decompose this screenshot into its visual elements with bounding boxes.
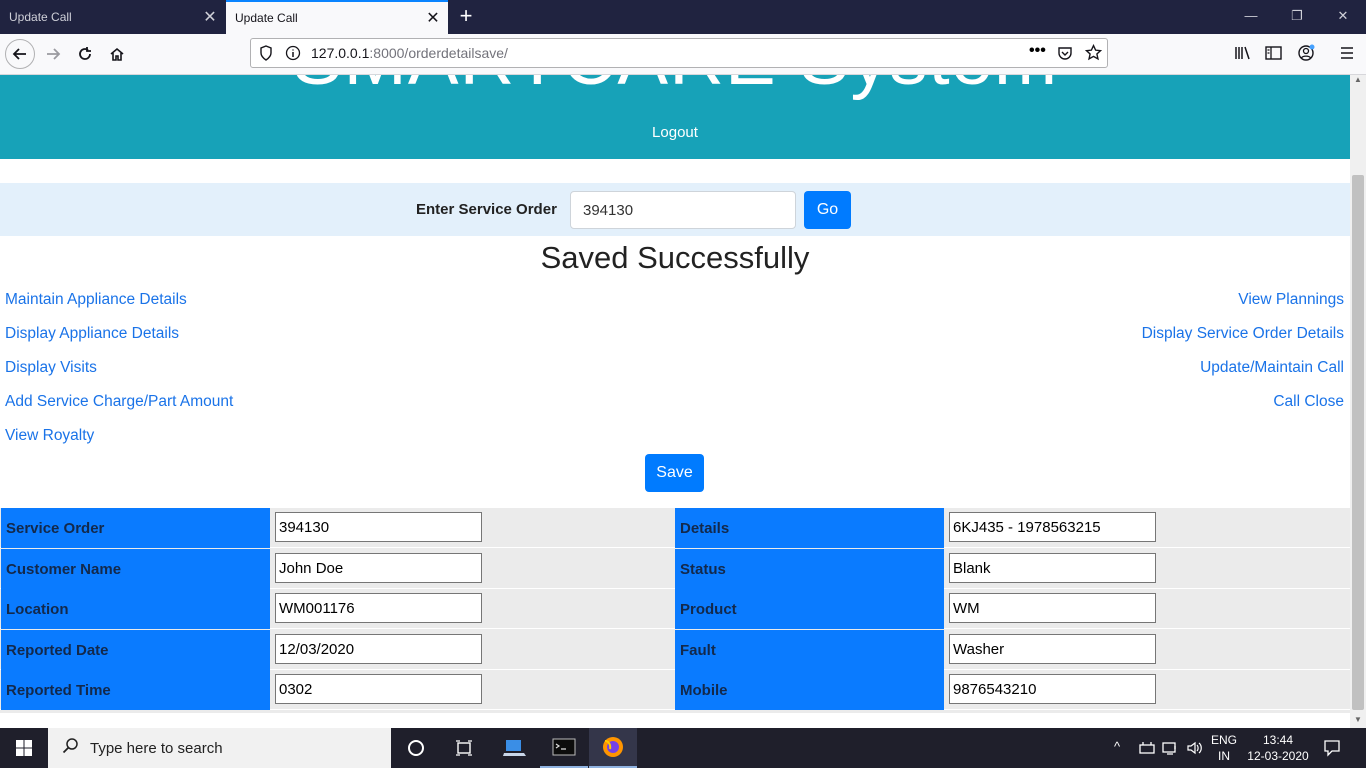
page-actions-icon[interactable]: •••	[1029, 42, 1046, 60]
field-label: Customer Name	[1, 549, 270, 589]
pocket-icon[interactable]	[1057, 45, 1073, 66]
details-field[interactable]	[949, 512, 1156, 542]
field-label: Reported Time	[1, 670, 270, 710]
language-indicator[interactable]: ENG IN	[1208, 732, 1240, 764]
taskbar-search-box[interactable]: Type here to search	[48, 728, 391, 768]
sidebar-icon[interactable]	[1265, 45, 1282, 66]
link-display-appliance-details[interactable]: Display Appliance Details	[5, 325, 179, 343]
battery-icon[interactable]	[1162, 740, 1180, 761]
location-field[interactable]	[275, 593, 482, 623]
terminal-app-icon[interactable]	[540, 728, 588, 768]
link-display-service-order-details[interactable]: Display Service Order Details	[1142, 325, 1344, 343]
close-tab-icon[interactable]: ✕	[195, 7, 225, 27]
tab-title: Update Call	[9, 10, 72, 24]
product-field[interactable]	[949, 593, 1156, 623]
tab-title: Update Call	[235, 11, 298, 25]
search-label: Enter Service Order	[416, 201, 557, 218]
link-add-service-charge[interactable]: Add Service Charge/Part Amount	[5, 393, 233, 411]
url-bar[interactable]: 127.0.0.1:8000/orderdetailsave/ •••	[250, 38, 1108, 68]
shield-icon[interactable]	[259, 45, 273, 66]
browser-toolbar: 127.0.0.1:8000/orderdetailsave/ •••	[0, 34, 1366, 75]
field-label: Location	[1, 589, 270, 629]
close-tab-icon[interactable]: ✕	[418, 8, 448, 28]
back-icon[interactable]	[5, 39, 35, 69]
fault-field[interactable]	[949, 634, 1156, 664]
scrollbar-thumb[interactable]	[1352, 175, 1364, 710]
web-page: SMARTCARE System Logout Enter Service Or…	[0, 75, 1350, 728]
link-maintain-appliance-details[interactable]: Maintain Appliance Details	[5, 291, 187, 309]
minimize-icon[interactable]: —	[1228, 0, 1274, 34]
link-view-royalty[interactable]: View Royalty	[5, 427, 94, 445]
order-details-table: Service Order Details Customer Name Stat…	[0, 508, 1350, 713]
firefox-app-icon[interactable]	[589, 728, 637, 768]
url-text: 127.0.0.1:8000/orderdetailsave/	[311, 45, 508, 61]
task-view-icon[interactable]	[440, 728, 488, 768]
new-tab-icon[interactable]: +	[453, 0, 479, 34]
browser-tab-bar: Update Call ✕ Update Call ✕ + — ❐ ✕	[0, 0, 1366, 34]
table-row: Reported Date Fault	[0, 630, 1350, 670]
service-order-search-bar: Enter Service Order Go	[0, 183, 1350, 236]
link-call-close[interactable]: Call Close	[1273, 393, 1344, 411]
windows-start-icon[interactable]	[0, 728, 48, 768]
field-label: Service Order	[1, 508, 270, 548]
table-row: Customer Name Status	[0, 549, 1350, 589]
mobile-field[interactable]	[949, 674, 1156, 704]
save-button[interactable]: Save	[645, 454, 704, 492]
link-view-plannings[interactable]: View Plannings	[1238, 291, 1344, 309]
restore-icon[interactable]: ❐	[1274, 0, 1320, 34]
reported-time-field[interactable]	[275, 674, 482, 704]
cortana-icon[interactable]	[392, 728, 440, 768]
system-clock[interactable]: 13:44 12-03-2020	[1244, 732, 1312, 764]
chevron-up-icon[interactable]: ^	[1114, 739, 1120, 754]
customer-name-field[interactable]	[275, 553, 482, 583]
field-label: Details	[675, 508, 944, 548]
windows-taskbar: Type here to search ^ ENG IN 13:44 12-03…	[0, 728, 1366, 768]
home-icon[interactable]	[102, 39, 132, 69]
forward-icon[interactable]	[38, 39, 68, 69]
site-title: SMARTCARE System	[0, 75, 1350, 102]
close-window-icon[interactable]: ✕	[1320, 0, 1366, 34]
reload-icon[interactable]	[70, 39, 100, 69]
field-label: Reported Date	[1, 630, 270, 670]
link-display-visits[interactable]: Display Visits	[5, 359, 97, 377]
account-icon[interactable]	[1297, 44, 1315, 67]
info-icon[interactable]	[285, 45, 301, 66]
browser-tab-2-active[interactable]: Update Call ✕	[226, 0, 448, 34]
menu-icon[interactable]	[1339, 45, 1355, 66]
table-row: Reported Time Mobile	[0, 670, 1350, 710]
scroll-up-icon[interactable]: ▲	[1354, 75, 1362, 84]
status-field[interactable]	[949, 553, 1156, 583]
service-order-input[interactable]	[570, 191, 796, 229]
table-row: Location Product	[0, 589, 1350, 629]
bookmark-star-icon[interactable]	[1084, 43, 1103, 66]
reported-date-field[interactable]	[275, 634, 482, 664]
library-icon[interactable]	[1234, 45, 1252, 66]
volume-icon[interactable]	[1186, 740, 1204, 761]
browser-tab-1[interactable]: Update Call ✕	[0, 0, 225, 34]
field-label: Product	[675, 589, 944, 629]
field-label: Status	[675, 549, 944, 589]
notification-icon[interactable]	[1323, 739, 1341, 762]
link-update-maintain-call[interactable]: Update/Maintain Call	[1200, 359, 1344, 377]
field-label: Mobile	[675, 670, 944, 710]
go-button[interactable]: Go	[804, 191, 851, 229]
table-row: Service Order Details	[0, 508, 1350, 548]
logout-link[interactable]: Logout	[0, 124, 1350, 141]
network-icon[interactable]	[1138, 740, 1156, 761]
scroll-down-icon[interactable]: ▼	[1354, 715, 1362, 724]
status-message: Saved Successfully	[540, 240, 810, 275]
field-label: Fault	[675, 630, 944, 670]
search-icon	[62, 737, 79, 759]
pc-app-icon[interactable]	[491, 728, 539, 768]
header-banner: SMARTCARE System Logout	[0, 75, 1350, 159]
taskbar-search-placeholder: Type here to search	[90, 739, 223, 757]
service-order-field[interactable]	[275, 512, 482, 542]
